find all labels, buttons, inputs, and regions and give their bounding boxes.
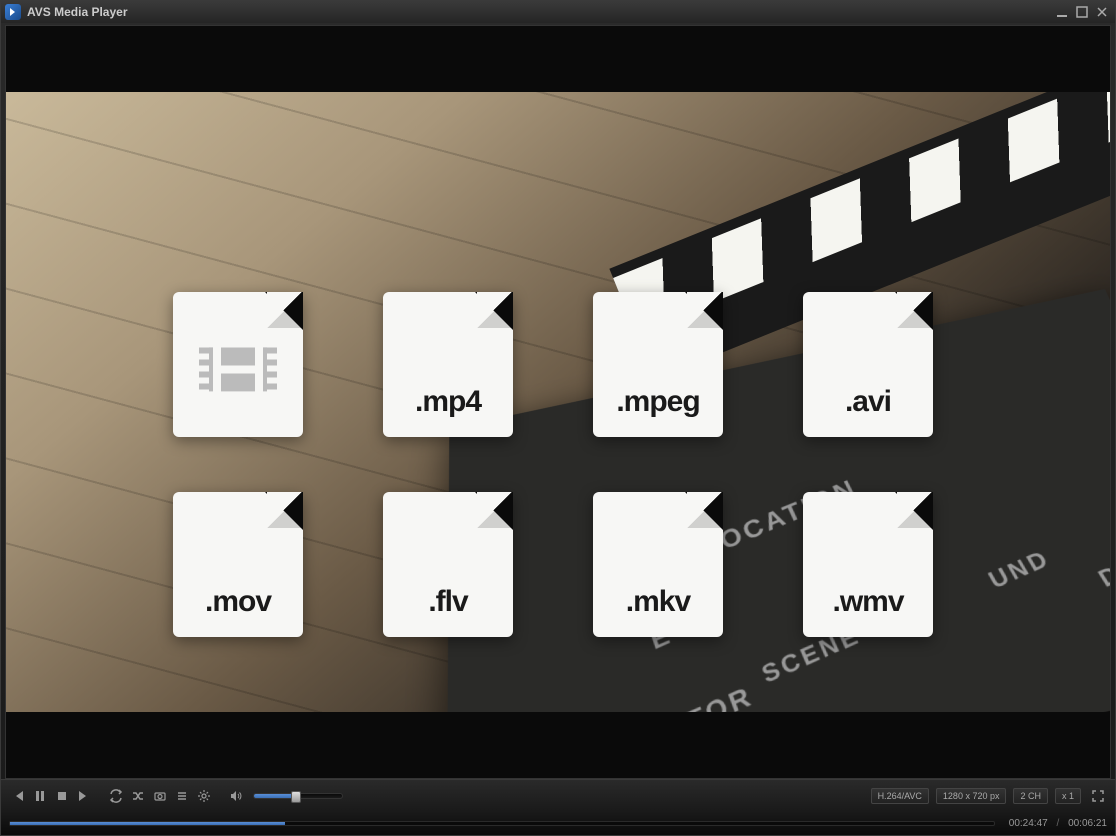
current-time: 00:24:47 [1009, 818, 1048, 829]
file-icon-mkv: .mkv [593, 492, 723, 637]
repeat-button[interactable] [107, 787, 125, 805]
channels-badge: 2 CH [1013, 788, 1048, 804]
volume-icon[interactable] [227, 787, 245, 805]
file-icon-mov: .mov [173, 492, 303, 637]
video-viewport[interactable]: LOCATION E SCENE DIRECTOR UND DATE .mp4.… [5, 25, 1111, 779]
file-icon-mpeg: .mpeg [593, 292, 723, 437]
file-icon-flv: .flv [383, 492, 513, 637]
file-format-label: .mov [205, 585, 271, 637]
seek-slider[interactable] [9, 821, 995, 826]
stop-button[interactable] [53, 787, 71, 805]
resolution-badge: 1280 x 720 px [936, 788, 1007, 804]
file-format-label: .avi [845, 385, 891, 437]
volume-slider[interactable] [253, 793, 343, 799]
close-button[interactable] [1093, 5, 1111, 19]
pause-button[interactable] [31, 787, 49, 805]
time-bar: 00:24:47 / 00:06:21 [1, 811, 1115, 835]
film-strip-icon [209, 347, 267, 391]
file-icon-mp4: .mp4 [383, 292, 513, 437]
file-format-label: .wmv [832, 585, 903, 637]
title-bar[interactable]: AVS Media Player [1, 1, 1115, 23]
codec-badge: H.264/AVC [871, 788, 929, 804]
window-title: AVS Media Player [27, 5, 128, 19]
playlist-button[interactable] [173, 787, 191, 805]
file-format-label: .mp4 [415, 385, 481, 437]
maximize-button[interactable] [1073, 5, 1091, 19]
time-display: 00:24:47 / 00:06:21 [1009, 818, 1107, 829]
total-time: 00:06:21 [1068, 818, 1107, 829]
control-bar: H.264/AVC 1280 x 720 px 2 CH x 1 [1, 779, 1115, 811]
file-format-label: .mkv [626, 585, 690, 637]
shuffle-button[interactable] [129, 787, 147, 805]
next-button[interactable] [75, 787, 93, 805]
file-format-label: .mpeg [616, 385, 699, 437]
file-icon-avi: .avi [803, 292, 933, 437]
settings-button[interactable] [195, 787, 213, 805]
slate-director: DIRECTOR [585, 680, 758, 712]
format-grid: .mp4.mpeg.avi.mov.flv.mkv.wmv [6, 292, 1110, 632]
minimize-button[interactable] [1053, 5, 1071, 19]
app-logo-icon [5, 4, 21, 20]
snapshot-button[interactable] [151, 787, 169, 805]
file-format-label: .flv [428, 585, 467, 637]
volume-thumb[interactable] [291, 791, 301, 803]
previous-button[interactable] [9, 787, 27, 805]
file-icon-video [173, 292, 303, 437]
video-content: LOCATION E SCENE DIRECTOR UND DATE .mp4.… [6, 92, 1110, 712]
file-icon-wmv: .wmv [803, 492, 933, 637]
app-window: AVS Media Player LOCATION E SCENE DIRECT… [0, 0, 1116, 836]
fullscreen-button[interactable] [1089, 787, 1107, 805]
speed-badge: x 1 [1055, 788, 1081, 804]
